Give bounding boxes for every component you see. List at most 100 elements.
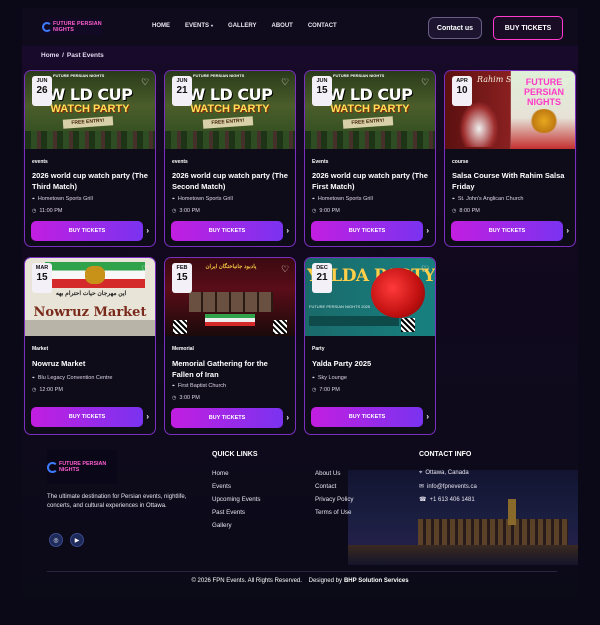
contact-email-text: info@fpnevents.ca [427,484,477,490]
contact-info-heading: CONTACT INFO [419,451,472,458]
event-category: Party [312,346,325,352]
event-venue-text: Blu Legacy Convention Centre [37,375,113,381]
clock-icon: ◷ [312,208,317,214]
footer-link-contact[interactable]: Contact [315,483,336,490]
event-card[interactable]: FUTURE PERSIAN NIGHTS W LD CUP WATCH PAR… [164,70,296,247]
event-title[interactable]: Memorial Gathering for the Fallen of Ira… [172,358,290,380]
event-venue-text: Hometown Sports Grill [177,196,233,202]
event-title[interactable]: Yalda Party 2025 [312,358,430,369]
instagram-icon[interactable]: ◎ [49,533,63,547]
event-card[interactable]: یادبود جانباختگان ایران FEB 15 ♡ Memorial… [164,257,296,435]
nav-about[interactable]: ABOUT [271,23,292,29]
nav-events[interactable]: EVENTS ▾ [185,23,213,29]
date-month: JUN [176,78,188,84]
chevron-right-icon[interactable]: › [286,226,289,235]
contact-phone[interactable]: ☎ +1 613 406 1481 [419,496,475,503]
event-card[interactable]: YALDA PARTY FUTURE PERSIAN NIGHTS 2025 D… [304,257,436,435]
footer-logo[interactable]: FUTURE PERSIAN NIGHTS [47,450,117,484]
header-buy-tickets-button[interactable]: BUY TICKETS [493,16,563,40]
event-time-text: 3:00 PM [179,395,200,401]
event-card[interactable]: FUTURE PERSIAN NIGHTS W LD CUP WATCH PAR… [304,70,436,247]
clock-icon: ◷ [32,208,37,214]
chevron-right-icon[interactable]: › [426,412,429,421]
heart-icon[interactable]: ♡ [141,265,150,274]
date-month: MAR [35,265,49,271]
buy-tickets-button[interactable]: BUY TICKETS [31,221,143,241]
nav-gallery[interactable]: GALLERY [228,23,256,29]
poster-text: FREE ENTRY! [202,116,254,129]
heart-icon[interactable]: ♡ [281,78,290,87]
footer-link-privacy-policy[interactable]: Privacy Policy [315,496,354,503]
chevron-right-icon[interactable]: › [566,226,569,235]
nav-home[interactable]: HOME [152,23,170,29]
event-time: ◷ 8:00 PM [452,208,480,214]
event-venue: ⌖ Hometown Sports Grill [172,196,233,202]
footer-link-home[interactable]: Home [212,470,229,477]
event-time-text: 12:00 PM [39,387,63,393]
mail-icon: ✉ [419,484,425,490]
footer-link-upcoming-events[interactable]: Upcoming Events [212,496,261,503]
chevron-right-icon[interactable]: › [146,226,149,235]
site-header: FUTURE PERSIAN NIGHTS HOME EVENTS ▾ GALLE… [22,8,578,46]
event-title[interactable]: 2026 world cup watch party (The First Ma… [312,170,430,192]
contact-email[interactable]: ✉ info@fpnevents.ca [419,483,477,490]
footer-link-events[interactable]: Events [212,483,231,490]
nav-contact[interactable]: CONTACT [308,23,337,29]
chevron-right-icon[interactable]: › [146,412,149,421]
chevron-right-icon[interactable]: › [426,226,429,235]
footer-link-past-events[interactable]: Past Events [212,509,245,516]
event-venue-text: Hometown Sports Grill [37,196,93,202]
qr-code [401,318,415,332]
contact-us-button[interactable]: Contact us [428,17,482,39]
event-title[interactable]: 2026 world cup watch party (The Third Ma… [32,170,150,192]
event-title[interactable]: 2026 world cup watch party (The Second M… [172,170,290,192]
event-card[interactable]: این مهرجان حیات احترام بهه Nowruz Market… [24,257,156,435]
event-time-text: 9:00 PM [319,208,340,214]
heart-icon[interactable]: ♡ [141,78,150,87]
event-category: events [32,159,48,165]
event-time-text: 7:00 PM [319,387,340,393]
poster-flag [205,314,255,326]
logo-ring-icon [47,461,58,473]
event-venue: ⌖ Hometown Sports Grill [312,196,373,202]
heart-icon[interactable]: ♡ [421,78,430,87]
city-skyline [418,519,568,545]
breadcrumb: Home / Past Events [41,52,104,59]
date-badge: MAR 15 [32,263,52,293]
heart-icon[interactable]: ♡ [281,265,290,274]
event-card[interactable]: Rahim Salsa Friday FUTURE PERSIAN NIGHTS… [444,70,576,247]
date-badge: JUN 26 [32,76,52,106]
event-title[interactable]: Salsa Course With Rahim Salsa Friday [452,170,570,192]
footer-link-terms-of-use[interactable]: Terms of Use [315,509,351,516]
breadcrumb-home[interactable]: Home [41,52,59,59]
buy-tickets-button[interactable]: BUY TICKETS [311,221,423,241]
site-logo[interactable]: FUTURE PERSIAN NIGHTS [42,18,102,35]
buy-tickets-button[interactable]: BUY TICKETS [311,407,423,427]
event-time: ◷ 3:00 PM [172,395,200,401]
heart-icon[interactable]: ♡ [421,265,430,274]
chevron-right-icon[interactable]: › [286,413,289,422]
footer-link-about-us[interactable]: About Us [315,470,340,477]
event-title[interactable]: Nowruz Market [32,358,150,369]
buy-tickets-button[interactable]: BUY TICKETS [451,221,563,241]
clock-icon: ◷ [452,208,457,214]
event-time: ◷ 7:00 PM [312,387,340,393]
event-time: ◷ 9:00 PM [312,208,340,214]
location-icon: ⌖ [312,375,315,381]
date-day: 15 [316,85,328,96]
designer-link[interactable]: BHP Solution Services [344,578,409,584]
date-day: 10 [456,85,468,96]
buy-tickets-button[interactable]: BUY TICKETS [31,407,143,427]
poster-pomegranate [371,268,425,318]
date-day: 15 [176,272,188,283]
heart-icon[interactable]: ♡ [561,78,570,87]
buy-tickets-button[interactable]: BUY TICKETS [171,408,283,428]
video-icon[interactable]: ▶ [70,533,84,547]
date-badge: DEC 21 [312,263,332,293]
footer-link-gallery[interactable]: Gallery [212,522,232,529]
date-badge: JUN 15 [312,76,332,106]
date-badge: FEB 15 [172,263,192,293]
poster-text: FREE ENTRY! [62,116,114,129]
event-card[interactable]: FUTURE PERSIAN NIGHTS W LD CUP WATCH PAR… [24,70,156,247]
buy-tickets-button[interactable]: BUY TICKETS [171,221,283,241]
